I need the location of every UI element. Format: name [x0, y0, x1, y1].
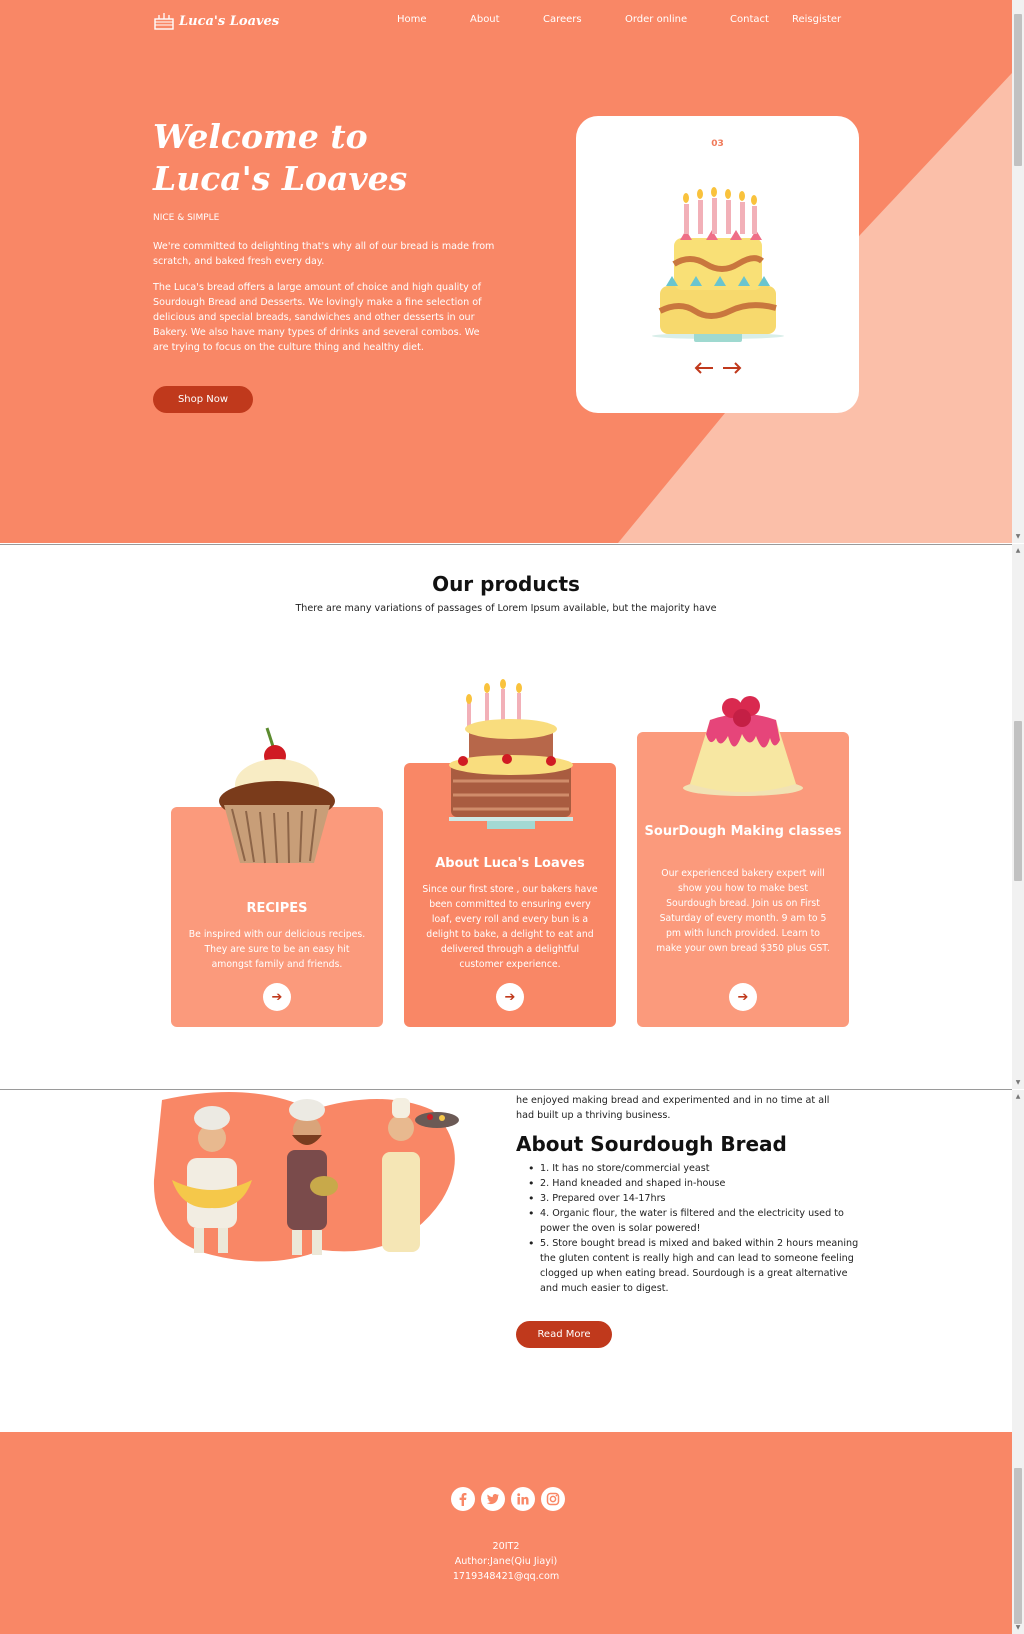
scrollbar[interactable]: ▼: [1012, 0, 1024, 543]
footer-email: 1719348421@qq.com: [452, 1571, 560, 1582]
hero-slider-card: 03: [576, 116, 859, 413]
scrollbar[interactable]: ▲ ▼: [1012, 544, 1024, 1089]
scrollbar-thumb[interactable]: [1014, 721, 1022, 881]
hero-title-line-2: Luca's Loaves: [153, 159, 408, 198]
bread-logo-icon: [154, 13, 174, 30]
hero-background-diagonal: [618, 73, 1012, 543]
hero-tagline: NICE & SIMPLE: [153, 213, 220, 223]
list-item: 3. Prepared over 14-17hrs: [528, 1191, 860, 1206]
about-list: 1. It has no store/commercial yeast 2. H…: [528, 1161, 860, 1296]
chevron-up-icon[interactable]: ▲: [1012, 1092, 1024, 1102]
section-divider: [0, 544, 1012, 545]
list-item: 2. Hand kneaded and shaped in-house: [528, 1176, 860, 1191]
nav-about[interactable]: About: [470, 14, 500, 25]
chevron-down-icon[interactable]: ▼: [1012, 1623, 1024, 1633]
list-item: 1. It has no store/commercial yeast: [528, 1161, 860, 1176]
slide-index: 03: [711, 139, 724, 149]
instagram-icon[interactable]: [541, 1487, 565, 1511]
nav-contact[interactable]: Contact: [730, 14, 769, 25]
brand-logo[interactable]: Luca's Loaves: [153, 10, 279, 32]
arrow-right-icon[interactable]: ➔: [263, 983, 291, 1011]
chevron-up-icon[interactable]: ▲: [1012, 546, 1024, 556]
hero-title: Welcome to Luca's Loaves: [153, 116, 513, 200]
top-nav: Luca's Loaves Home About Careers Order o…: [0, 0, 1012, 42]
hero-title-line-1: Welcome to: [153, 117, 368, 156]
nav-order-online[interactable]: Order online: [625, 14, 687, 25]
product-card-text: Our experienced bakery expert will show …: [656, 868, 830, 954]
social-links: [451, 1487, 565, 1511]
product-card-text: Since our first store , our bakers have …: [422, 884, 598, 970]
footer-class-code: 20IT2: [492, 1541, 520, 1552]
layer-cake-icon: [449, 679, 573, 829]
product-card-title: SourDough Making classes: [644, 824, 842, 839]
nav-register[interactable]: Reisgister: [792, 14, 841, 25]
product-card-text: Be inspired with our delicious recipes. …: [188, 929, 366, 970]
linkedin-icon[interactable]: [511, 1487, 535, 1511]
footer-author: Author:Jane(Qiu Jiayi): [454, 1556, 558, 1567]
nav-careers[interactable]: Careers: [543, 14, 582, 25]
hero-paragraph-2: The Luca's bread offers a large amount o…: [153, 282, 482, 353]
hero-paragraph-1: We're committed to delighting that's why…: [153, 241, 495, 267]
scrollbar-thumb[interactable]: [1014, 14, 1022, 166]
footer: 20IT2 Author:Jane(Qiu Jiayi) 1719348421@…: [0, 1432, 1012, 1634]
arrow-right-icon[interactable]: ➔: [729, 983, 757, 1011]
birthday-cake-icon: [652, 187, 784, 342]
hero-section: Luca's Loaves Home About Careers Order o…: [0, 0, 1012, 543]
list-item: 5. Store bought bread is mixed and baked…: [528, 1236, 860, 1296]
arrow-right-icon[interactable]: ➔: [496, 983, 524, 1011]
nav-home[interactable]: Home: [397, 14, 427, 25]
products-subtitle: There are many variations of passages of…: [295, 603, 717, 614]
chevron-down-icon[interactable]: ▼: [1012, 532, 1024, 542]
chefs-illustration-icon: [153, 1092, 459, 1262]
scrollbar[interactable]: ▲ ▼: [1012, 1090, 1024, 1634]
scrollbar-thumb[interactable]: [1014, 1468, 1022, 1624]
pudding-icon: [683, 696, 803, 796]
shop-now-button[interactable]: Shop Now: [153, 386, 253, 413]
chevron-down-icon[interactable]: ▼: [1012, 1078, 1024, 1088]
list-item: 4. Organic flour, the water is filtered …: [528, 1206, 860, 1236]
arrow-right-icon[interactable]: [722, 362, 742, 374]
products-title: Our products: [432, 572, 580, 596]
brand-name: Luca's Loaves: [179, 13, 280, 29]
product-card-title: About Luca's Loaves: [435, 856, 585, 871]
cupcake-icon: [219, 727, 335, 864]
product-card-title: RECIPES: [246, 901, 308, 916]
twitter-icon[interactable]: [481, 1487, 505, 1511]
about-intro-text: he enjoyed making bread and experimented…: [516, 1095, 830, 1121]
about-title: About Sourdough Bread: [516, 1132, 787, 1156]
facebook-icon[interactable]: [451, 1487, 475, 1511]
arrow-left-icon[interactable]: [694, 362, 714, 374]
read-more-button[interactable]: Read More: [516, 1321, 612, 1348]
